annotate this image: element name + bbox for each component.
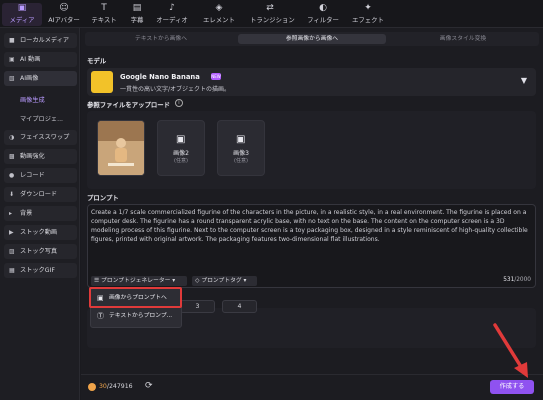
sidebar-item-ai-video[interactable]: ▣ AI 動画 xyxy=(4,52,77,67)
stock-gif-icon: ▦ xyxy=(9,267,15,274)
stock-photo-icon: ▨ xyxy=(9,248,15,255)
top-toolbar: ▣ メディア ☺ AIアバター T テキスト ▤ 字幕 ♪ オーディオ ◈ エレ… xyxy=(0,0,543,28)
toolbar-element-button[interactable]: ◈ エレメント xyxy=(199,3,239,26)
sidebar-item-video-enhance[interactable]: ▩ 動画強化 xyxy=(4,149,77,164)
model-selector[interactable]: Google Nano Banana NEW 一貫性の高い文字/オブジェクトの描… xyxy=(87,68,536,96)
chevron-right-icon: ▸ xyxy=(9,210,13,217)
chevron-down-icon: ▾ xyxy=(170,278,176,284)
tab-reference-to-image[interactable]: 参照画像から画像へ xyxy=(238,34,386,44)
folder-icon: ■ xyxy=(9,37,15,44)
audio-icon: ♪ xyxy=(169,3,175,13)
sidebar: ■ ローカルメディア ▣ AI 動画 ▧ AI画像 画像生成 マイプロジェ...… xyxy=(0,28,80,400)
chevron-down-icon[interactable]: ▼ xyxy=(521,76,527,85)
main-panel: テキストから画像へ 参照画像から画像へ 画像スタイル変換 モデル Google … xyxy=(81,28,543,400)
tab-image-style-transfer[interactable]: 画像スタイル変換 xyxy=(389,34,537,44)
highlight-box xyxy=(89,287,182,308)
toolbar-filter-button[interactable]: ◐ フィルター xyxy=(303,3,343,26)
ai-video-icon: ▣ xyxy=(9,56,15,63)
prompt-text[interactable]: Create a 1/7 scale commercialized figuri… xyxy=(91,208,533,244)
footer: 30/247916 ⟳ 作成する xyxy=(81,374,543,400)
text-box-icon: Ⓣ xyxy=(97,312,104,320)
prompt-tag-button[interactable]: ◇ プロンプトタグ ▾ xyxy=(192,276,257,286)
image-upload-icon: ▣ xyxy=(176,134,186,145)
prompt-generator-button[interactable]: ☰ プロンプトジェネレーター ▾ xyxy=(91,276,187,286)
uploaded-photo xyxy=(98,121,144,175)
prompt-section-label: プロンプト xyxy=(87,194,119,202)
toolbar-media-button[interactable]: ▣ メディア xyxy=(2,3,42,26)
reference-image-1[interactable] xyxy=(97,120,145,176)
stock-video-icon: ▶ xyxy=(9,229,14,236)
sidebar-item-ai-image[interactable]: ▧ AI画像 xyxy=(4,71,77,86)
banana-icon xyxy=(91,71,113,93)
sidebar-item-record[interactable]: ● レコード xyxy=(4,168,77,183)
model-section-label: モデル xyxy=(87,57,107,65)
info-icon[interactable]: i xyxy=(175,99,183,107)
toolbar-avatar-button[interactable]: ☺ AIアバター xyxy=(44,3,84,26)
reference-image-3[interactable]: ▣ 画像3 (任意) xyxy=(217,120,265,176)
credits-display: 30/247916 xyxy=(99,383,133,390)
model-name: Google Nano Banana xyxy=(120,73,200,81)
download-icon: ⬇ xyxy=(9,191,15,198)
subtitle-icon: ▤ xyxy=(132,3,142,13)
ai-image-icon: ▧ xyxy=(9,75,15,82)
sidebar-item-local-media[interactable]: ■ ローカルメディア xyxy=(4,33,77,48)
annotation-arrow-icon xyxy=(493,323,528,378)
sidebar-sub-image-generation[interactable]: 画像生成 xyxy=(20,95,45,104)
count-option-3[interactable]: 3 xyxy=(180,300,215,313)
create-button[interactable]: 作成する xyxy=(490,380,534,394)
element-icon: ◈ xyxy=(215,3,223,13)
sidebar-item-stock-gif[interactable]: ▦ ストックGIF xyxy=(4,263,77,278)
coin-icon xyxy=(88,383,96,391)
generator-icon: ☰ xyxy=(94,278,102,284)
reference-upload-area: ▣ 画像2 (任意) ▣ 画像3 (任意) xyxy=(87,111,536,189)
character-counter: 531/2000 xyxy=(503,277,531,283)
toolbar-effect-button[interactable]: ✦ エフェクト xyxy=(348,3,388,26)
sidebar-item-stock-photo[interactable]: ▨ ストック写真 xyxy=(4,244,77,259)
face-swap-icon: ◑ xyxy=(9,134,15,141)
photo-thumbnail-icon xyxy=(98,121,144,175)
filter-icon: ◐ xyxy=(319,3,327,13)
enhance-icon: ▩ xyxy=(9,153,15,160)
sidebar-item-stock-video[interactable]: ▶ ストック動画 xyxy=(4,225,77,240)
sidebar-sub-my-projects[interactable]: マイプロジェ... xyxy=(20,114,63,123)
chevron-down-icon: ▾ xyxy=(241,278,247,284)
record-icon: ● xyxy=(9,172,15,179)
model-description: 一貫性の高い文字/オブジェクトの描画。 xyxy=(120,86,231,93)
menu-item-text-to-prompt[interactable]: Ⓣ テキストからプロンプ... xyxy=(93,310,179,323)
toolbar-subtitle-button[interactable]: ▤ 字幕 xyxy=(117,3,157,26)
refresh-icon[interactable]: ⟳ xyxy=(145,381,153,391)
reference-image-2[interactable]: ▣ 画像2 (任意) xyxy=(157,120,205,176)
prompt-textarea[interactable]: Create a 1/7 scale commercialized figuri… xyxy=(87,204,536,288)
new-badge: NEW xyxy=(211,73,221,80)
reference-section-label: 参照ファイルをアップロード xyxy=(87,101,171,109)
sidebar-item-face-swap[interactable]: ◑ フェイススワップ xyxy=(4,130,77,145)
sidebar-item-download[interactable]: ⬇ ダウンロード xyxy=(4,187,77,202)
image-upload-icon: ▣ xyxy=(236,134,246,145)
sidebar-item-background[interactable]: ▸ 背景 xyxy=(4,206,77,221)
media-icon: ▣ xyxy=(17,3,27,13)
avatar-icon: ☺ xyxy=(59,3,69,13)
toolbar-audio-button[interactable]: ♪ オーディオ xyxy=(152,3,192,26)
tab-text-to-image[interactable]: テキストから画像へ xyxy=(87,34,235,44)
count-option-4[interactable]: 4 xyxy=(222,300,257,313)
mode-tabs: テキストから画像へ 参照画像から画像へ 画像スタイル変換 xyxy=(85,32,539,46)
effect-icon: ✦ xyxy=(364,3,372,13)
transition-icon: ⇄ xyxy=(266,3,274,13)
toolbar-transition-button[interactable]: ⇄ トランジション xyxy=(250,3,295,26)
